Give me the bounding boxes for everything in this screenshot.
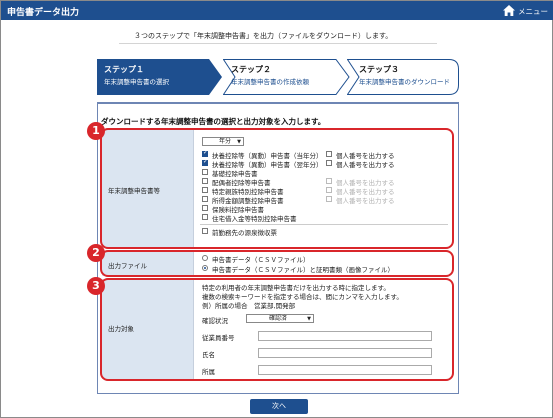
menu-link[interactable]: メニュー [518, 6, 548, 17]
badge-1: 1 [87, 122, 105, 140]
badge-3: 3 [87, 277, 105, 295]
panel-heading: ダウンロードする年末調整申告書の選択と出力対象を入力します。 [101, 117, 326, 126]
divider [119, 43, 437, 44]
highlight-box-2 [100, 250, 454, 277]
step-1-desc: 年末調整申告書の選択 [104, 78, 169, 86]
page-title: 申告書データ出力 [7, 8, 80, 18]
step-2-desc: 年末調整申告書の作成依頼 [231, 78, 309, 86]
step-1: ステップ１ 年末調整申告書の選択 [97, 59, 223, 95]
step-2-title: ステップ２ [231, 65, 271, 74]
badge-2: 2 [87, 244, 105, 262]
next-button[interactable]: 次へ [250, 399, 308, 414]
window-frame: 申告書データ出力 メニュー ３つのステップで「年末調整申告書」を出力（ファイルを… [0, 0, 553, 418]
step-3-title: ステップ３ [359, 65, 399, 74]
step-2: ステップ２ 年末調整申告書の作成依頼 [223, 59, 351, 95]
step-3: ステップ３ 年末調整申告書のダウンロード [347, 59, 459, 95]
step-1-title: ステップ１ [104, 65, 144, 74]
highlight-box-3 [100, 278, 454, 381]
step-3-desc: 年末調整申告書のダウンロード [359, 78, 450, 86]
highlight-box-1 [100, 128, 454, 249]
intro-text: ３つのステップで「年末調整申告書」を出力（ファイルをダウンロード）します。 [134, 32, 393, 40]
title-bar: 申告書データ出力 メニュー [1, 1, 553, 20]
home-icon[interactable] [502, 4, 516, 17]
